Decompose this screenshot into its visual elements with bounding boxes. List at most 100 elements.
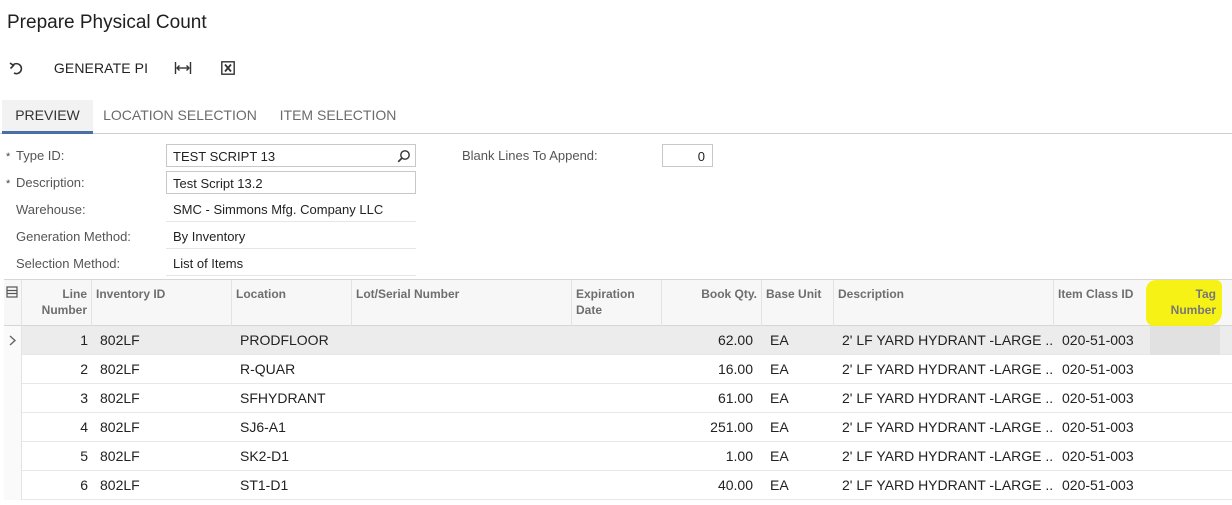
cell-item-class[interactable]: 020-51-003 xyxy=(1062,413,1146,442)
cell-item-class[interactable]: 020-51-003 xyxy=(1062,442,1146,471)
cell-lot-serial[interactable] xyxy=(360,326,560,355)
cell-tag-number[interactable] xyxy=(1150,471,1216,500)
export-excel-button[interactable] xyxy=(215,55,241,81)
cell-lot-serial[interactable] xyxy=(360,384,560,413)
generate-pi-button[interactable]: GENERATE PI xyxy=(48,55,154,81)
table-row[interactable]: 6 802LF ST1-D1 40.00 EA 2' LF YARD HYDRANT -L… xyxy=(4,471,1232,500)
warehouse-label: Warehouse: xyxy=(16,202,86,217)
cell-item-class[interactable]: 020-51-003 xyxy=(1062,326,1146,355)
cell-book-qty[interactable]: 62.00 xyxy=(666,326,753,355)
cell-base-unit[interactable]: EA xyxy=(770,384,830,413)
row-selector[interactable] xyxy=(4,471,22,500)
table-row[interactable]: 1 802LF PRODFLOOR 62.00 EA 2' LF YARD HYDRANT… xyxy=(4,326,1232,355)
cell-inventory-id[interactable]: 802LF xyxy=(100,384,230,413)
table-row[interactable]: 3 802LF SFHYDRANT 61.00 EA 2' LF YARD HYDRANT… xyxy=(4,384,1232,413)
cell-expiration-date[interactable] xyxy=(580,471,660,500)
cell-book-qty[interactable]: 61.00 xyxy=(666,384,753,413)
cell-description[interactable]: 2' LF YARD HYDRANT -LARGE ... xyxy=(842,413,1054,442)
cell-item-class[interactable]: 020-51-003 xyxy=(1062,384,1146,413)
cell-inventory-id[interactable]: 802LF xyxy=(100,355,230,384)
cell-line-number[interactable]: 3 xyxy=(26,384,88,413)
cell-lot-serial[interactable] xyxy=(360,355,560,384)
cell-base-unit[interactable]: EA xyxy=(770,326,830,355)
cell-description[interactable]: 2' LF YARD HYDRANT -LARGE ... xyxy=(842,326,1054,355)
warehouse-value: SMC - Simmons Mfg. Company LLC xyxy=(166,198,416,222)
cell-expiration-date[interactable] xyxy=(580,326,660,355)
cell-description[interactable]: 2' LF YARD HYDRANT -LARGE ... xyxy=(842,471,1054,500)
summary-form: * Type ID: TEST SCRIPT 13 * Description:… xyxy=(0,140,1232,278)
tab-item-selection[interactable]: ITEM SELECTION xyxy=(272,100,404,134)
cell-tag-number[interactable] xyxy=(1150,442,1216,471)
cell-lot-serial[interactable] xyxy=(360,442,560,471)
type-id-label: Type ID: xyxy=(16,148,65,163)
cell-inventory-id[interactable]: 802LF xyxy=(100,413,230,442)
cell-description[interactable]: 2' LF YARD HYDRANT -LARGE ... xyxy=(842,384,1054,413)
cell-lot-serial[interactable] xyxy=(360,471,560,500)
selection-method-label: Selection Method: xyxy=(16,256,121,271)
tab-location-selection[interactable]: LOCATION SELECTION xyxy=(100,100,260,134)
cell-inventory-id[interactable]: 802LF xyxy=(100,442,230,471)
cell-location[interactable]: PRODFLOOR xyxy=(240,326,350,355)
page-title: Prepare Physical Count xyxy=(7,12,207,33)
cell-book-qty[interactable]: 40.00 xyxy=(666,471,753,500)
fit-columns-button[interactable] xyxy=(170,55,196,81)
tab-preview[interactable]: PREVIEW xyxy=(2,100,93,134)
col-book-qty[interactable]: Book Qty. xyxy=(662,280,762,326)
col-line-number[interactable]: Line Number xyxy=(22,280,92,326)
cell-line-number[interactable]: 5 xyxy=(26,442,88,471)
undo-button[interactable] xyxy=(6,55,28,81)
row-selector[interactable] xyxy=(4,413,22,442)
cell-inventory-id[interactable]: 802LF xyxy=(100,471,230,500)
cell-expiration-date[interactable] xyxy=(580,442,660,471)
col-base-unit[interactable]: Base Unit xyxy=(762,280,834,326)
type-id-field[interactable]: TEST SCRIPT 13 xyxy=(166,144,416,167)
cell-location[interactable]: R-QUAR xyxy=(240,355,350,384)
cell-base-unit[interactable]: EA xyxy=(770,413,830,442)
cell-tag-number[interactable] xyxy=(1150,326,1216,355)
cell-item-class[interactable]: 020-51-003 xyxy=(1062,471,1146,500)
cell-book-qty[interactable]: 251.00 xyxy=(666,413,753,442)
col-tag-number[interactable]: Tag Number xyxy=(1146,280,1220,326)
table-row[interactable]: 4 802LF SJ6-A1 251.00 EA 2' LF YARD HYDRANT -… xyxy=(4,413,1232,442)
cell-tag-number[interactable] xyxy=(1150,384,1216,413)
cell-location[interactable]: SK2-D1 xyxy=(240,442,350,471)
cell-inventory-id[interactable]: 802LF xyxy=(100,326,230,355)
cell-line-number[interactable]: 6 xyxy=(26,471,88,500)
cell-line-number[interactable]: 1 xyxy=(26,326,88,355)
col-location[interactable]: Location xyxy=(232,280,352,326)
cell-tag-number[interactable] xyxy=(1150,355,1216,384)
table-row[interactable]: 2 802LF R-QUAR 16.00 EA 2' LF YARD HYDRANT -L… xyxy=(4,355,1232,384)
col-inventory-id[interactable]: Inventory ID xyxy=(92,280,232,326)
row-selector[interactable] xyxy=(4,442,22,471)
table-row[interactable]: 5 802LF SK2-D1 1.00 EA 2' LF YARD HYDRANT -LA… xyxy=(4,442,1232,471)
blank-lines-field[interactable]: 0 xyxy=(662,144,713,167)
cell-expiration-date[interactable] xyxy=(580,355,660,384)
cell-description[interactable]: 2' LF YARD HYDRANT -LARGE ... xyxy=(842,355,1054,384)
cell-expiration-date[interactable] xyxy=(580,384,660,413)
col-lot-serial[interactable]: Lot/Serial Number xyxy=(352,280,572,326)
cell-base-unit[interactable]: EA xyxy=(770,442,830,471)
cell-location[interactable]: SFHYDRANT xyxy=(240,384,350,413)
row-selector[interactable] xyxy=(4,384,22,413)
cell-item-class[interactable]: 020-51-003 xyxy=(1062,355,1146,384)
cell-line-number[interactable]: 4 xyxy=(26,413,88,442)
cell-location[interactable]: SJ6-A1 xyxy=(240,413,350,442)
cell-base-unit[interactable]: EA xyxy=(770,471,830,500)
cell-base-unit[interactable]: EA xyxy=(770,355,830,384)
col-description[interactable]: Description xyxy=(834,280,1054,326)
row-selector[interactable] xyxy=(4,355,22,384)
cell-lot-serial[interactable] xyxy=(360,413,560,442)
cell-expiration-date[interactable] xyxy=(580,413,660,442)
col-expiration-date[interactable]: Expiration Date xyxy=(572,280,662,326)
cell-description[interactable]: 2' LF YARD HYDRANT -LARGE ... xyxy=(842,442,1054,471)
row-selector[interactable] xyxy=(4,326,22,355)
description-field[interactable]: Test Script 13.2 xyxy=(166,171,416,194)
grid-settings-button[interactable] xyxy=(4,280,22,326)
search-icon[interactable] xyxy=(397,149,411,163)
cell-book-qty[interactable]: 1.00 xyxy=(666,442,753,471)
cell-tag-number[interactable] xyxy=(1150,413,1216,442)
cell-book-qty[interactable]: 16.00 xyxy=(666,355,753,384)
cell-location[interactable]: ST1-D1 xyxy=(240,471,350,500)
col-item-class[interactable]: Item Class ID xyxy=(1054,280,1146,326)
cell-line-number[interactable]: 2 xyxy=(26,355,88,384)
